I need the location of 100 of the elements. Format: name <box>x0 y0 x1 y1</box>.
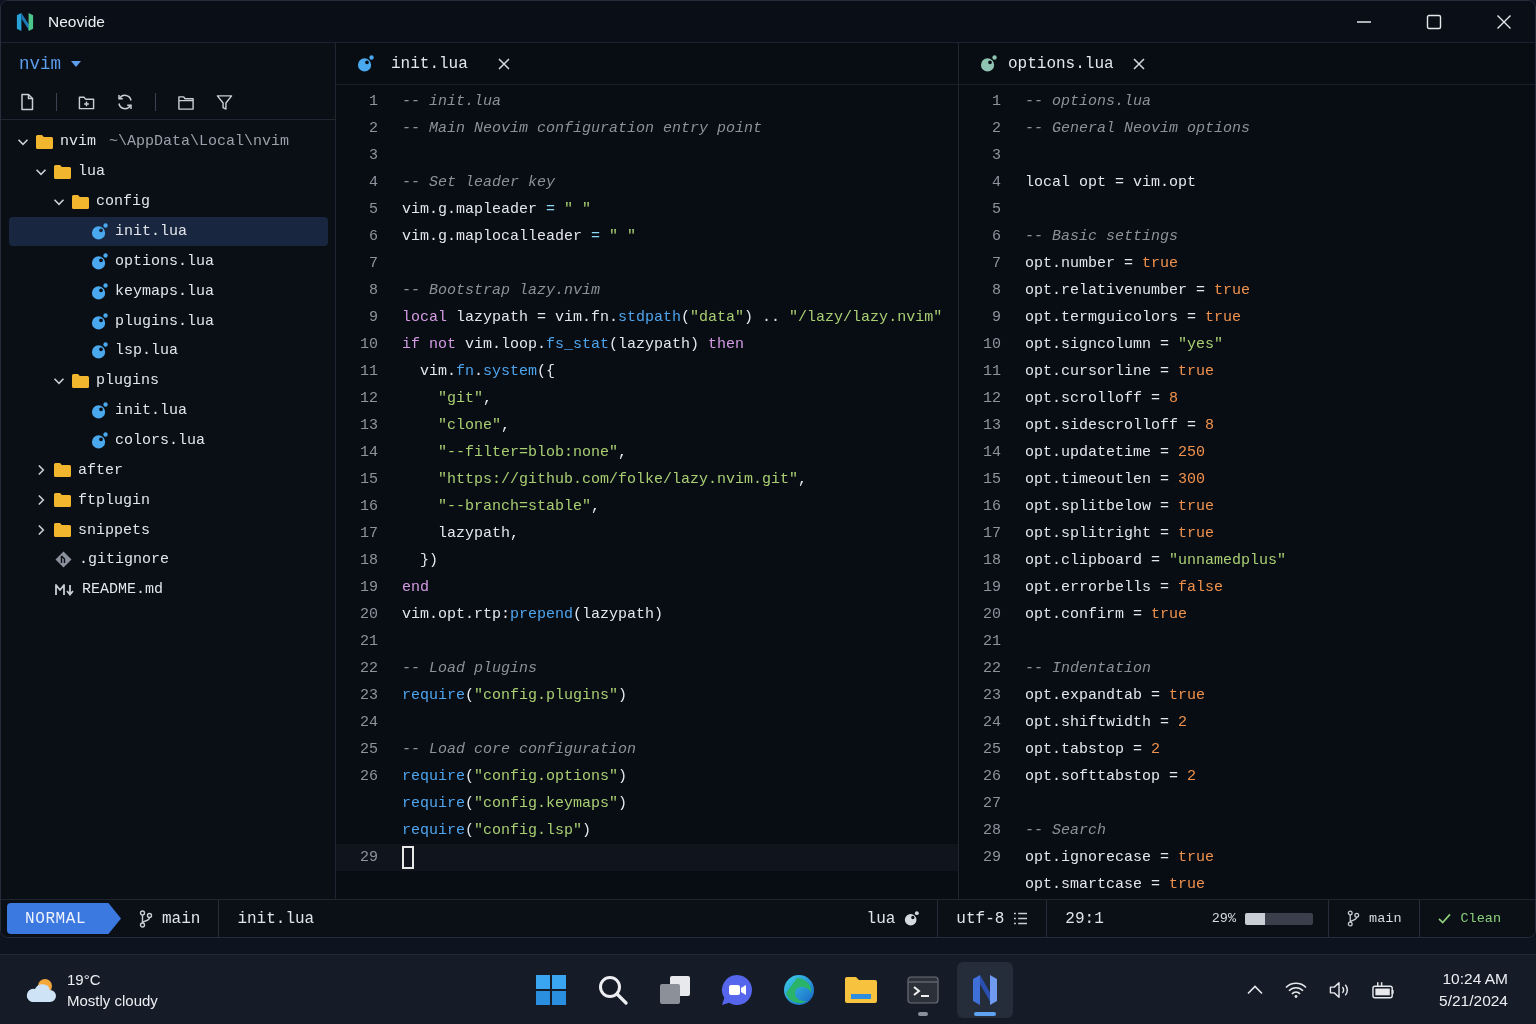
line-number: 22 <box>983 660 1001 677</box>
tree-item[interactable]: nvim ~\AppData\Local\nvim <box>9 127 328 157</box>
new-file-icon[interactable] <box>19 93 35 111</box>
tree-item[interactable]: plugins.lua <box>9 306 328 336</box>
tree-item[interactable]: init.lua <box>9 395 328 426</box>
line-number: 26 <box>360 768 378 785</box>
weather-condition: Mostly cloudy <box>67 990 158 1011</box>
close-icon[interactable] <box>497 57 510 70</box>
code-line: "--filter=blob:none", <box>438 444 628 461</box>
code-line: opt.sidescrolloff = 8 <box>1025 417 1215 434</box>
line-number: 8 <box>992 282 1001 299</box>
branch-name: main <box>1369 911 1402 926</box>
root-dropdown[interactable]: nvim <box>19 54 81 74</box>
editor-tab[interactable]: options.lua <box>959 43 1155 84</box>
file-type: lua <box>866 909 896 928</box>
code-line: require("config.keymaps") <box>402 795 628 812</box>
code-line: opt.shiftwidth = 2 <box>1025 714 1188 731</box>
chevron-up-icon[interactable] <box>1247 984 1264 995</box>
tree-item[interactable]: lsp.lua <box>9 336 328 366</box>
filter-icon[interactable] <box>216 93 233 111</box>
terminal-icon <box>907 975 939 1004</box>
tree-item[interactable]: lua <box>9 156 328 187</box>
code-line: -- Search <box>1025 822 1106 839</box>
line-number: 21 <box>983 633 1001 650</box>
line-number: 24 <box>983 714 1001 731</box>
line-number: 14 <box>360 444 378 461</box>
code-line: "https://github.com/folke/lazy.nvim.git", <box>438 471 808 488</box>
code-line: opt.termguicolors = true <box>1025 309 1242 326</box>
search-icon <box>598 974 628 1005</box>
code-line: -- Load core configuration <box>402 741 637 758</box>
folder-icon[interactable] <box>177 93 195 111</box>
line-number: 6 <box>992 228 1001 245</box>
code-line: -- Bootstrap lazy.nvim <box>402 282 601 299</box>
line-number: 25 <box>983 741 1001 758</box>
scroll-percent: 29% <box>1211 911 1237 926</box>
close-icon[interactable] <box>1496 13 1512 30</box>
line-number: 10 <box>360 336 378 353</box>
lua-file-icon <box>904 911 920 926</box>
editor-tab[interactable]: init.lua <box>336 43 520 84</box>
line-number: 21 <box>360 633 378 650</box>
line-number: 20 <box>360 606 378 623</box>
code-line: opt.tabstop = 2 <box>1025 741 1161 758</box>
code-line: vim.fn.system({ <box>420 363 556 380</box>
tree-item[interactable]: ftplugin <box>9 485 328 516</box>
tree-item[interactable]: init.lua <box>9 216 328 247</box>
code-line: require("config.plugins") <box>402 687 628 704</box>
maximize-icon[interactable] <box>1426 13 1442 30</box>
cloud-sun-icon <box>25 976 57 1003</box>
tree-item[interactable]: after <box>9 455 328 486</box>
line-number: 12 <box>983 390 1001 407</box>
grid-icon <box>535 973 567 1006</box>
lua-file-icon <box>91 432 108 449</box>
close-icon[interactable] <box>1132 57 1145 70</box>
tree-item[interactable]: README.md <box>9 574 328 605</box>
line-number: 12 <box>360 390 378 407</box>
clock-time[interactable]: 10:24 AM <box>1442 967 1508 990</box>
app-button[interactable] <box>957 961 1013 1018</box>
tree-item[interactable]: .gitignore <box>9 545 328 575</box>
folder-icon <box>36 134 53 149</box>
code-line: lazypath, <box>438 525 519 542</box>
folder-icon <box>72 194 89 209</box>
wifi-icon[interactable] <box>1285 981 1308 998</box>
line-number: 13 <box>983 417 1001 434</box>
folder-icon <box>54 523 71 538</box>
code-line: opt.number = true <box>1025 255 1179 272</box>
code-line: opt.timeoutlen = 300 <box>1025 471 1206 488</box>
code-line: "clone", <box>438 417 511 434</box>
tree-item[interactable]: colors.lua <box>9 425 328 456</box>
line-number: 9 <box>369 309 378 326</box>
line-number: 10 <box>983 336 1001 353</box>
line-number: 11 <box>983 363 1001 380</box>
tree-item[interactable]: snippets <box>9 515 328 546</box>
folder-icon <box>54 463 71 478</box>
tree-item[interactable]: plugins <box>9 365 328 396</box>
line-number: 15 <box>360 471 378 488</box>
line-number: 13 <box>360 417 378 434</box>
line-number: 19 <box>360 579 378 596</box>
line-number: 29 <box>360 849 378 866</box>
line-number: 17 <box>983 525 1001 542</box>
line-number: 5 <box>992 201 1001 218</box>
code-line: -- Main Neovim configuration entry point <box>402 120 763 137</box>
tree-item[interactable]: keymaps.lua <box>9 276 328 307</box>
code-line: }) <box>420 552 438 569</box>
code-line: vim.g.mapleader = " " <box>402 201 592 218</box>
markdown-icon <box>55 583 75 596</box>
lua-file-icon <box>91 252 108 270</box>
clock-date[interactable]: 5/21/2024 <box>1439 989 1508 1012</box>
volume-icon[interactable] <box>1329 980 1351 999</box>
line-number: 3 <box>992 147 1001 164</box>
branch-icon <box>139 909 153 928</box>
line-number: 23 <box>360 687 378 704</box>
line-number: 6 <box>369 228 378 245</box>
refresh-icon[interactable] <box>116 93 134 111</box>
tree-item[interactable]: config <box>9 186 328 217</box>
line-number: 7 <box>369 255 378 272</box>
line-number: 20 <box>983 606 1001 623</box>
code-line: opt.cursorline = true <box>1025 363 1215 380</box>
window-title: Neovide <box>48 12 105 31</box>
branch-name: main <box>162 909 201 928</box>
tree-item[interactable]: options.lua <box>9 246 328 277</box>
